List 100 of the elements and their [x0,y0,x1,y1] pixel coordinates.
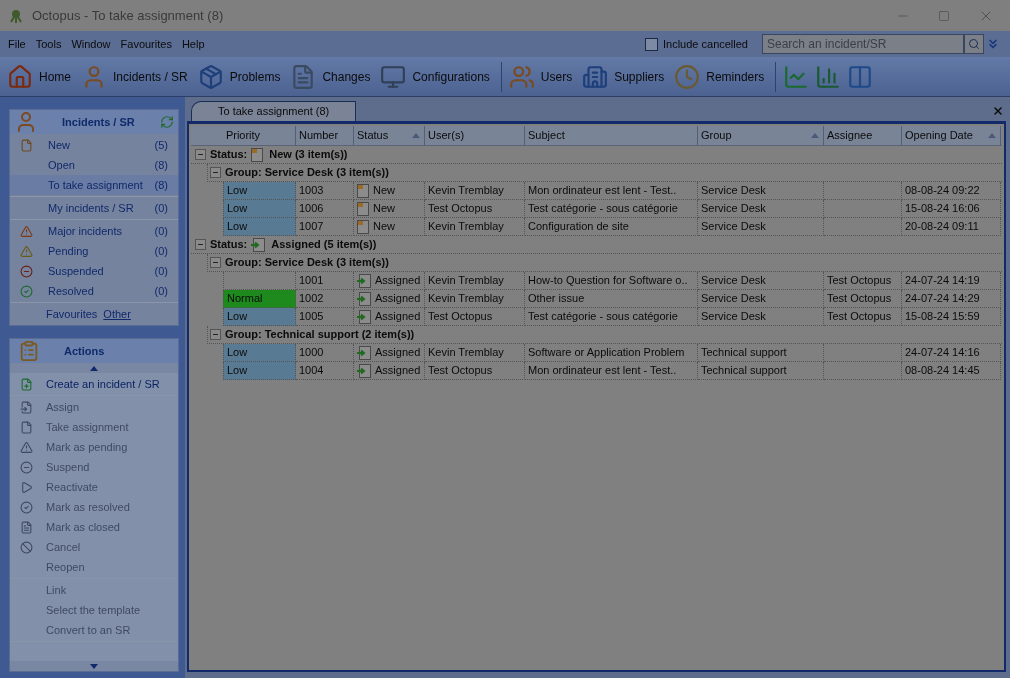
menu-item[interactable]: Favourites [120,35,172,53]
toolbar-button[interactable]: Users [505,58,580,95]
table-cell: New [354,218,425,236]
table-cell: Kevin Tremblay [425,344,525,362]
table-cell: Assigned [354,344,425,362]
table-cell: 1000 [296,344,354,362]
menu-item[interactable]: Tools [35,35,62,53]
toolbar-button[interactable]: Home [4,58,78,95]
document-icon [20,138,33,152]
column-header[interactable]: Priority [191,126,296,145]
column-header[interactable]: Status [354,126,425,145]
table-cell: 1005 [296,308,354,326]
document-icon [20,520,33,534]
group-label: Status: [210,147,248,163]
toolbar-button[interactable]: Configurations [377,58,497,95]
table-cell: New [354,200,425,218]
table-cell: Test catégorie - sous catégorie [525,308,698,326]
document-plus-icon [20,377,33,391]
sidebar-item[interactable]: Open (8) [10,155,178,175]
table-cell: Service Desk [698,182,824,200]
sidebar-item[interactable]: Pending (0) [10,241,178,261]
tab[interactable]: To take assignment (8) [191,101,357,121]
table-cell: Assigned [354,272,425,290]
collapse-toggle-icon[interactable] [195,239,206,250]
sidebar-item[interactable]: Suspended (0) [10,261,178,281]
stop-icon [20,460,33,474]
table-cell: Mon ordinateur est lent - Test.. [525,362,698,380]
check-icon [20,284,33,298]
table-cell: 1001 [296,272,354,290]
other-link[interactable]: Other [103,305,131,323]
toolbar-button[interactable]: Changes [287,58,378,95]
group-status: New (3 item(s)) [269,147,348,163]
sidebar-item[interactable]: Resolved (0) [10,281,178,301]
warning-icon [20,224,33,238]
column-header[interactable]: Opening Date [902,126,1001,145]
toolbar-button[interactable]: Suppliers [579,58,672,95]
table-cell: 1003 [296,182,354,200]
building-icon [582,63,609,90]
table-cell: Software or Application Problem [525,344,698,362]
table-cell: Test Octopus [824,308,902,326]
table-cell: How-to Question for Software o.. [525,272,698,290]
table-cell: 24-07-24 14:19 [902,272,1001,290]
table-cell: 20-08-24 09:11 [902,218,1001,236]
search-button[interactable] [964,34,984,54]
table-cell: New [354,182,425,200]
sidebar-item[interactable]: My incidents / SR (0) [10,198,178,218]
table-cell: Test Octopus [824,272,902,290]
table-cell: 1004 [296,362,354,380]
collapse-toggle-icon[interactable] [210,329,221,340]
bar-chart-icon [815,63,842,90]
table-cell: Service Desk [698,308,824,326]
toolbar-button[interactable]: Reminders [671,58,772,95]
double-chevron-icon [986,37,1000,51]
favourites-label: Favourites [46,306,98,322]
table-cell: Test Octopus [425,362,525,380]
priority-cell: Low [223,182,296,200]
collapse-toggle-icon[interactable] [210,167,221,178]
close-tab-icon[interactable] [992,105,1004,117]
clock-icon [674,63,701,90]
column-header[interactable]: Group [698,126,824,145]
group-label: Group: Service Desk (3 item(s)) [225,255,389,271]
table-cell: Kevin Tremblay [425,182,525,200]
document-icon [20,420,33,434]
sidebar-item[interactable]: New (5) [10,135,178,155]
column-header[interactable]: Subject [525,126,698,145]
toolbar-button[interactable]: Problems [194,58,288,95]
table-cell: Assigned [354,362,425,380]
menu-item[interactable]: Help [181,35,205,53]
table-cell: Test catégorie - sous catégorie [525,200,698,218]
search-field[interactable]: Search an incident/SR [762,34,964,54]
table-cell: Kevin Tremblay [425,272,525,290]
sidebar-item[interactable]: Major incidents (0) [10,221,178,241]
table-cell: 15-08-24 15:59 [902,308,1001,326]
column-header[interactable]: Assignee [824,126,902,145]
toolbar-button[interactable]: Incidents / SR [78,58,195,95]
table-cell: 24-07-24 14:29 [902,290,1001,308]
sort-arrow-icon [412,133,420,138]
collapse-toggle-icon[interactable] [195,149,206,160]
panel-title: Actions [64,343,105,359]
table-cell: Service Desk [698,272,824,290]
column-header[interactable]: User(s) [425,126,525,145]
group-label: Group: Service Desk (3 item(s)) [225,165,389,181]
checkbox[interactable] [645,37,658,51]
sidebar-item[interactable]: To take assignment (8) [10,175,178,195]
column-header[interactable]: Number [296,126,354,145]
table-cell: Mon ordinateur est lent - Test.. [525,182,698,200]
scroll-down-icon[interactable] [90,663,98,669]
octopus-logo-icon [8,7,24,24]
house-icon [7,63,33,90]
table-cell: Kevin Tremblay [425,290,525,308]
table-cell: Assigned [354,290,425,308]
collapse-toggle-icon[interactable] [210,257,221,268]
menu-item[interactable]: File [8,35,26,53]
group-label: Group: Technical support (2 item(s)) [225,327,415,343]
menu-item[interactable]: Window [71,35,111,53]
table-cell: Assigned [354,308,425,326]
table-cell: 15-08-24 16:06 [902,200,1001,218]
action-item[interactable]: Create an incident / SR [10,374,178,394]
scroll-up-icon[interactable] [90,365,98,371]
group-label: Status: [210,237,248,253]
